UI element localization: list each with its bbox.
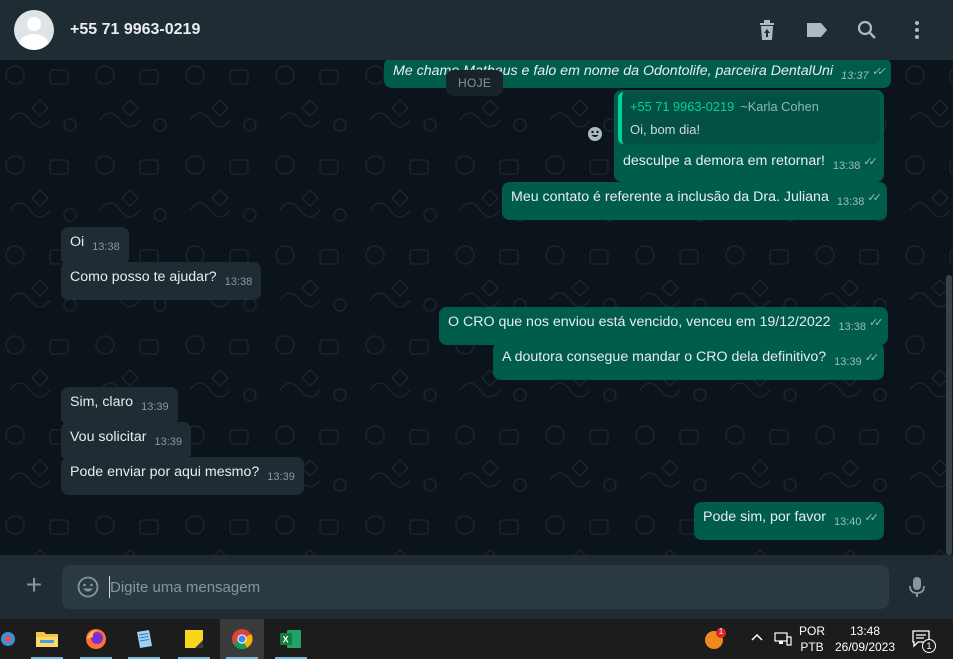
message-text: A doutora consegue mandar o CRO dela def… xyxy=(502,349,827,365)
double-check-icon: ✓✓ xyxy=(869,317,884,329)
clock[interactable]: 13:48 26/09/2023 xyxy=(834,623,896,655)
double-check-icon: ✓✓ xyxy=(864,352,880,364)
message-text: O CRO que nos enviou está vencido, vence… xyxy=(448,314,831,330)
clock-date: 26/09/2023 xyxy=(834,640,896,654)
message-text: Pode enviar por aqui mesmo? xyxy=(70,464,260,480)
scrollbar[interactable] xyxy=(945,60,953,555)
svg-text:X: X xyxy=(283,635,289,645)
double-check-icon: ✓✓ xyxy=(864,512,880,524)
language-indicator[interactable]: POR PTB xyxy=(798,623,826,655)
double-check-icon: ✓✓ xyxy=(867,192,882,204)
message-incoming[interactable]: Como posso te ajudar? 13:38 xyxy=(61,262,262,300)
notepad-icon[interactable] xyxy=(122,619,166,659)
label-icon[interactable] xyxy=(805,18,829,42)
message-outgoing[interactable]: Pode sim, por favor 13:40 ✓✓ xyxy=(694,502,884,540)
search-icon[interactable] xyxy=(855,18,879,42)
message-time: 13:39 xyxy=(834,356,862,368)
notification-app-icon[interactable]: 1 xyxy=(704,627,726,650)
double-check-icon: ✓✓ xyxy=(863,156,878,168)
attach-plus-icon[interactable]: + xyxy=(22,571,46,599)
message-time: 13:40 xyxy=(834,516,862,528)
clock-time: 13:48 xyxy=(849,624,881,638)
message-outgoing-reply[interactable]: +55 71 9963-0219 ~Karla Cohen Oi, bom dia… xyxy=(614,90,884,182)
contact-name[interactable]: +55 71 9963-0219 xyxy=(70,21,200,39)
message-outgoing[interactable]: A doutora consegue mandar o CRO dela def… xyxy=(493,342,885,380)
keyboard-layout: PTB xyxy=(800,640,824,654)
message-text: Como posso te ajudar? xyxy=(70,269,217,285)
quoted-text: Oi, bom dia! xyxy=(630,122,701,137)
message-text: Pode sim, por favor xyxy=(703,509,827,525)
show-hidden-icons-icon[interactable] xyxy=(750,630,764,647)
whatsapp-web-window: +55 71 9963-0219 Me chamo Matheus e falo… xyxy=(0,0,953,659)
message-text: Sim, claro xyxy=(70,394,134,410)
double-check-icon: ✓✓ xyxy=(871,66,887,78)
language-code: POR xyxy=(798,624,825,638)
firefox-icon[interactable] xyxy=(74,619,118,659)
avatar-head xyxy=(27,17,41,31)
message-time: 13:39 xyxy=(154,436,183,448)
message-outgoing[interactable]: Meu contato é referente a inclusão da Dr… xyxy=(502,182,887,220)
avatar-body xyxy=(19,34,49,50)
compose-box[interactable] xyxy=(62,565,889,609)
quoted-sender-alias: ~Karla Cohen xyxy=(740,99,819,114)
chrome-icon[interactable] xyxy=(220,619,264,659)
emoji-icon[interactable] xyxy=(76,575,100,599)
message-time: 13:38 xyxy=(836,196,865,208)
message-incoming[interactable]: Oi 13:38 xyxy=(61,227,129,265)
compose-bar: + xyxy=(0,555,953,619)
message-list[interactable]: Me chamo Matheus e falo em nome da Odont… xyxy=(0,60,953,555)
file-explorer-icon[interactable] xyxy=(25,619,69,659)
notification-badge: 1 xyxy=(718,627,724,636)
message-time: 13:38 xyxy=(92,241,120,253)
message-incoming[interactable]: Vou solicitar 13:39 xyxy=(61,422,192,460)
delete-icon[interactable] xyxy=(755,18,779,42)
quoted-message[interactable]: +55 71 9963-0219 ~Karla Cohen Oi, bom dia… xyxy=(618,92,880,144)
excel-icon[interactable]: X xyxy=(269,619,313,659)
message-time: 13:39 xyxy=(141,401,169,413)
message-outgoing[interactable]: O CRO que nos enviou está vencido, vence… xyxy=(439,307,889,345)
message-input[interactable] xyxy=(110,565,870,609)
menu-icon[interactable] xyxy=(905,18,929,42)
action-center-icon[interactable]: 1 xyxy=(912,630,936,654)
message-text: desculpe a demora em retornar! xyxy=(623,153,825,169)
scrollbar-thumb[interactable] xyxy=(946,275,952,555)
message-time: 13:38 xyxy=(224,276,253,288)
message-text: Meu contato é referente a inclusão da Dr… xyxy=(511,189,829,205)
message-time: 13:39 xyxy=(267,471,295,483)
message-time: 13:37 xyxy=(841,70,869,82)
date-separator: HOJE xyxy=(446,70,504,96)
action-center-badge: 1 xyxy=(922,639,936,653)
message-time: 13:38 xyxy=(838,321,867,333)
microphone-icon[interactable] xyxy=(905,575,929,599)
message-time: 13:38 xyxy=(832,160,861,172)
avatar[interactable] xyxy=(14,10,54,50)
network-icon[interactable] xyxy=(774,631,792,652)
chat-header: +55 71 9963-0219 xyxy=(0,0,953,60)
windows-taskbar: X 1 POR PTB 13:48 26/09/2023 1 xyxy=(0,619,953,659)
message-text: Oi xyxy=(70,234,85,250)
message-incoming[interactable]: Pode enviar por aqui mesmo? 13:39 xyxy=(61,457,304,495)
sticky-notes-icon[interactable] xyxy=(172,619,216,659)
quoted-sender: +55 71 9963-0219 xyxy=(630,99,735,114)
message-text: Vou solicitar xyxy=(70,429,147,445)
message-incoming[interactable]: Sim, claro 13:39 xyxy=(61,387,178,425)
emoji-reaction-icon[interactable] xyxy=(584,123,606,145)
